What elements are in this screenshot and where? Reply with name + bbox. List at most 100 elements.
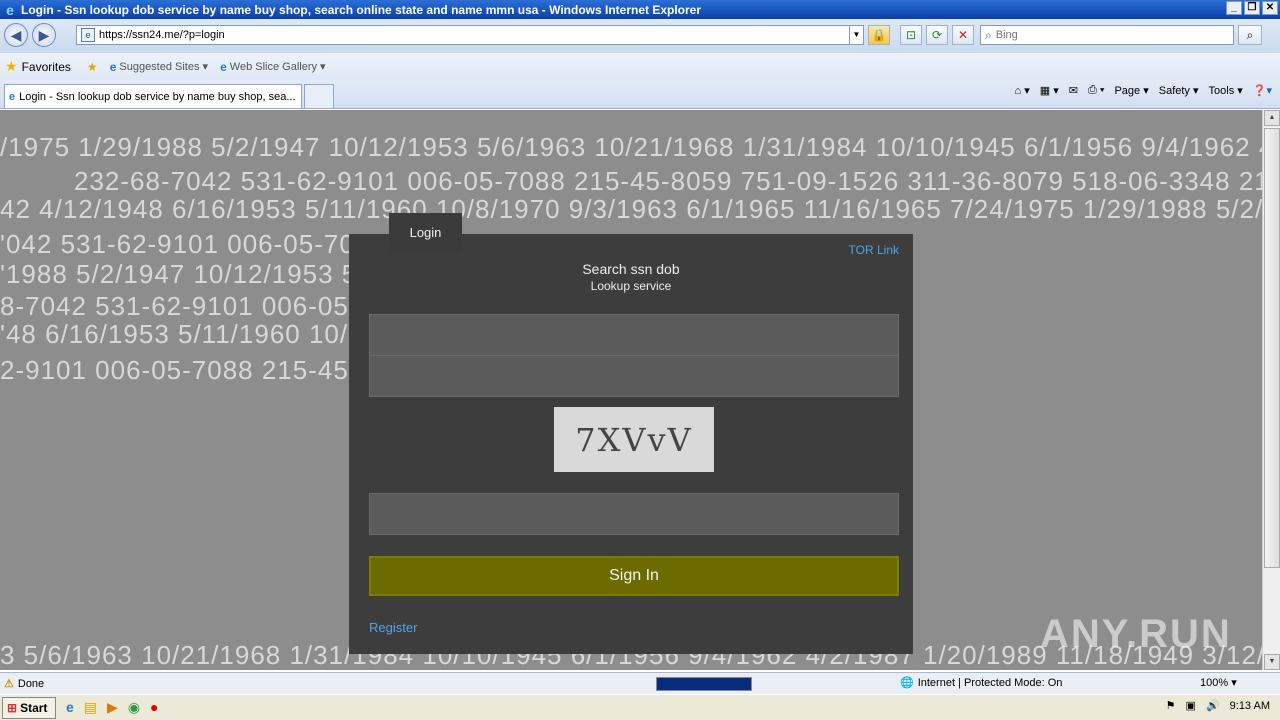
mail-icon[interactable]: ✉ — [1069, 84, 1078, 97]
register-link[interactable]: Register — [369, 620, 417, 635]
forward-button[interactable]: ▶ — [32, 23, 56, 47]
window-title: Login - Ssn lookup dob service by name b… — [21, 2, 702, 17]
explorer-icon[interactable]: ▤ — [84, 699, 97, 716]
quick-launch: e ▤ ▶ ◉ ● — [66, 699, 159, 716]
vertical-scrollbar[interactable]: ▲ ▼ — [1262, 110, 1280, 670]
login-panel: TOR Link Search ssn dob Lookup service 7… — [349, 234, 913, 654]
login-title: Search ssn dob — [582, 261, 680, 277]
zoom-level: 100% — [1200, 677, 1229, 689]
background-numbers: 232-68-7042 531-62-9101 006-05-7088 215-… — [74, 166, 1262, 196]
page-menu[interactable]: Page ▾ — [1114, 84, 1148, 98]
ie-taskbar-icon[interactable]: e — [66, 699, 74, 716]
favorites-button[interactable]: ★ Favorites — [5, 58, 71, 75]
anyrun-watermark: ANY.RUN — [1040, 612, 1232, 656]
page-menu-label: Page — [1114, 84, 1141, 97]
favorites-label: Favorites — [21, 59, 71, 74]
captcha-field[interactable] — [369, 493, 899, 535]
scroll-down-icon[interactable]: ▼ — [1264, 654, 1280, 670]
password-field[interactable] — [369, 355, 899, 397]
address-dropdown-icon[interactable]: ▼ — [849, 26, 863, 44]
print-icon[interactable]: ⎙ ▾ — [1088, 84, 1104, 97]
scroll-thumb[interactable] — [1264, 128, 1280, 568]
search-go-icon[interactable]: ⌕ — [1238, 25, 1262, 45]
maximize-button[interactable]: ❐ — [1244, 1, 1260, 15]
system-tray: ⚑ ▣ 🔊 9:13 AM — [1166, 699, 1270, 713]
security-zone[interactable]: 🌐 Internet | Protected Mode: On — [900, 676, 1063, 690]
background-numbers: 42 4/12/1948 6/16/1953 5/11/1960 10/8/19… — [0, 194, 1262, 224]
login-subtitle: Lookup service — [590, 279, 672, 293]
url-input[interactable] — [99, 27, 849, 43]
refresh-icon[interactable]: ⟳ — [926, 25, 948, 45]
sign-in-button[interactable]: Sign In — [369, 556, 899, 596]
status-bar: ⚠ Done 🌐 Internet | Protected Mode: On 1… — [0, 672, 1280, 694]
background-numbers: 8-7042 531-62-9101 006-05- — [0, 291, 359, 321]
favorites-bar: ★ Favorites ★ e Suggested Sites ▾ e Web … — [0, 53, 1280, 80]
home-icon[interactable]: ⌂ ▾ — [1015, 84, 1030, 97]
background-numbers: /1975 1/29/1988 5/2/1947 10/12/1953 5/6/… — [0, 132, 1262, 162]
globe-icon: 🌐 — [900, 677, 914, 689]
background-numbers: '1988 5/2/1947 10/12/1953 5/6 — [0, 259, 381, 289]
ie-page-icon: e — [220, 59, 227, 74]
feeds-icon[interactable]: ▦ ▾ — [1040, 84, 1059, 97]
add-favorite-icon[interactable]: ★ — [87, 60, 98, 74]
web-slice-gallery-label: Web Slice Gallery — [229, 60, 317, 73]
ie-logo-icon: e — [6, 1, 14, 18]
tab-label: Login - Ssn lookup dob service by name b… — [19, 90, 296, 103]
media-player-icon[interactable]: ▶ — [107, 699, 118, 716]
tor-link[interactable]: TOR Link — [849, 243, 899, 257]
status-text: Done — [17, 677, 45, 690]
suggested-sites-link[interactable]: e Suggested Sites ▾ — [110, 60, 208, 74]
search-box[interactable]: ⌕ — [980, 25, 1234, 45]
tools-menu-label: Tools — [1208, 84, 1235, 97]
username-field[interactable] — [369, 314, 899, 356]
chrome-icon[interactable]: ◉ — [128, 699, 140, 716]
new-tab-button[interactable] — [304, 84, 334, 108]
ie-tab-icon: e — [9, 90, 16, 103]
stop-icon[interactable]: ✕ — [952, 25, 974, 45]
lock-icon[interactable]: 🔒 — [868, 25, 890, 45]
close-window-button[interactable]: ✕ — [1262, 1, 1278, 15]
start-label: Start — [20, 700, 48, 715]
captcha-image: 7XVvV — [554, 407, 714, 472]
tray-flag-icon[interactable]: ⚑ — [1166, 699, 1176, 712]
tools-menu[interactable]: Tools ▾ — [1208, 84, 1243, 98]
taskbar: ⊞ Start e ▤ ▶ ◉ ● ⚑ ▣ 🔊 9:13 AM — [0, 694, 1280, 720]
background-numbers: 2-9101 006-05-7088 215-45- — [0, 355, 359, 385]
back-button[interactable]: ◀ — [4, 23, 28, 47]
address-toolbar: ◀ ▶ e ▼ 🔒 ⊡ ⟳ ✕ ⌕ ⌕ — [0, 19, 1280, 53]
address-bar[interactable]: e ▼ — [76, 25, 864, 45]
help-icon[interactable]: ❓▾ — [1253, 84, 1272, 97]
background-numbers: '48 6/16/1953 5/11/1960 10/8 — [0, 319, 364, 349]
command-bar: ⌂ ▾ ▦ ▾ ✉ ⎙ ▾ Page ▾ Safety ▾ Tools ▾ ❓▾ — [1015, 84, 1272, 97]
warning-icon: ⚠ — [4, 678, 14, 690]
star-icon: ★ — [5, 58, 18, 74]
background-numbers: '042 531-62-9101 006-05-7088 — [0, 229, 386, 259]
captcha-text: 7XVvV — [575, 420, 693, 459]
tab-bar: e Login - Ssn lookup dob service by name… — [0, 80, 1280, 109]
web-slice-gallery-link[interactable]: e Web Slice Gallery ▾ — [220, 60, 325, 74]
window-titlebar: e Login - Ssn lookup dob service by name… — [0, 0, 1280, 19]
compatibility-view-icon[interactable]: ⊡ — [900, 25, 922, 45]
windows-flag-icon: ⊞ — [7, 700, 18, 715]
page-icon: e — [81, 28, 95, 42]
minimize-button[interactable]: _ — [1226, 1, 1242, 15]
tab-login[interactable]: e Login - Ssn lookup dob service by name… — [4, 84, 302, 108]
volume-icon[interactable]: 🔊 — [1206, 699, 1220, 712]
clock[interactable]: 9:13 AM — [1230, 700, 1270, 712]
window-controls: _ ❐ ✕ — [1226, 1, 1278, 15]
antivirus-icon[interactable]: ● — [150, 699, 158, 716]
safety-menu-label: Safety — [1158, 84, 1190, 97]
bing-icon: ⌕ — [985, 27, 992, 42]
login-tab[interactable]: Login — [389, 213, 462, 253]
zoom-control[interactable]: 100% ▾ — [1200, 676, 1237, 689]
safety-menu[interactable]: Safety ▾ — [1158, 84, 1199, 98]
progress-bar — [656, 677, 752, 691]
progress-fill — [657, 678, 751, 690]
suggested-sites-label: Suggested Sites — [119, 60, 200, 73]
start-button[interactable]: ⊞ Start — [2, 696, 56, 719]
network-icon[interactable]: ▣ — [1186, 699, 1196, 712]
zone-text: Internet | Protected Mode: On — [917, 676, 1063, 689]
scroll-up-icon[interactable]: ▲ — [1264, 110, 1280, 126]
search-input[interactable] — [995, 29, 1233, 41]
ie-page-icon: e — [109, 59, 117, 74]
